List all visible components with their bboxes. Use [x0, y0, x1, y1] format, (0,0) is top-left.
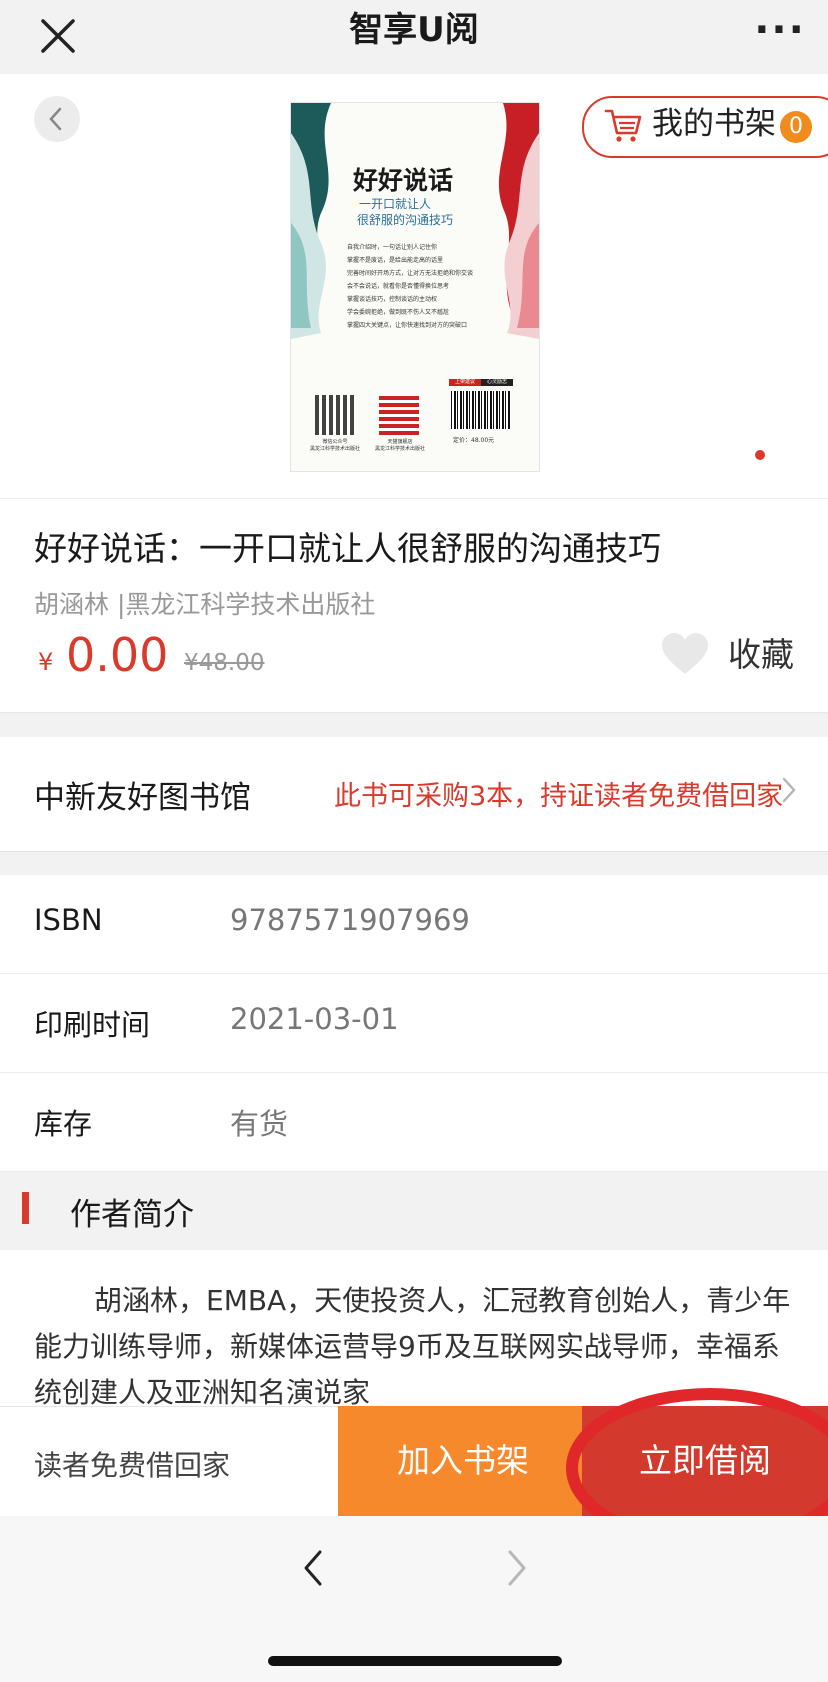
- detail-row-stock: 库存 有货: [0, 1073, 828, 1172]
- heart-icon: [662, 633, 708, 674]
- chevron-left-icon: [49, 107, 62, 131]
- book-cover-image[interactable]: 好好说话 一开口就让人 很舒服的沟通技巧 自我介绍时，一句话让别人记住你 掌握不…: [290, 102, 540, 472]
- shopping-cart-icon: [604, 109, 642, 142]
- more-options-icon[interactable]: ···: [748, 10, 812, 60]
- qr-caption-2: 天猫旗舰店 黑龙江科学技术出版社: [374, 439, 425, 452]
- cover-bullet: 掌握四大关键点，让你快速找到对方的突破口: [347, 322, 468, 329]
- library-name: 中新友好图书馆: [34, 780, 251, 816]
- detail-value: 9787571907969: [230, 903, 470, 937]
- section-gap: [0, 712, 828, 738]
- current-price: 0.00: [66, 628, 169, 682]
- cover-bullets: 自我介绍时，一句话让别人记住你 掌握不是废话，是给出能走高的话里 完善时间好开场…: [347, 241, 497, 332]
- page-title: 智享U阅: [349, 10, 479, 50]
- detail-value: 有货: [230, 1107, 289, 1141]
- back-button[interactable]: [34, 96, 80, 142]
- detail-row-isbn: ISBN 9787571907969: [0, 875, 828, 974]
- cover-title: 好好说话: [353, 166, 454, 195]
- detail-label: 印刷时间: [34, 1008, 151, 1042]
- cover-bullet: 掌握不是废话，是给出能走高的话里: [347, 257, 444, 264]
- price-currency: ¥: [38, 648, 54, 676]
- book-title: 好好说话：一开口就让人很舒服的沟通技巧: [34, 529, 661, 568]
- cover-subtitle-2: 很舒服的沟通技巧: [357, 213, 454, 227]
- cover-price-label: 定价：48.00元: [453, 437, 495, 444]
- library-availability-note: 此书可采购3本，持证读者免费借回家: [334, 781, 784, 812]
- author-publisher: 胡涵林 |黑龙江科学技术出版社: [34, 590, 376, 619]
- author-section-title: 作者简介: [70, 1197, 194, 1233]
- barcode-icon: [451, 391, 511, 429]
- cover-subtitle-1: 一开口就让人: [359, 197, 432, 211]
- detail-row-print-date: 印刷时间 2021-03-01: [0, 974, 828, 1073]
- cover-bullet: 学会委婉拒绝，做到既不伤人又不尴尬: [347, 309, 450, 316]
- detail-value: 2021-03-01: [230, 1002, 399, 1036]
- reader-borrow-note: 读者免费借回家: [34, 1449, 231, 1482]
- detail-label: ISBN: [34, 903, 103, 937]
- section-gap: [0, 851, 828, 877]
- cover-bullet: 完善时间好开场方式，让对方无法拒绝和你交谈: [347, 270, 474, 277]
- add-to-shelf-button[interactable]: 加入书架: [338, 1406, 588, 1516]
- carousel-indicator-dot: [755, 450, 765, 460]
- cover-bullet: 自我介绍时，一句话让别人记住你: [347, 244, 438, 251]
- qr-caption-1: 微信公众号 黑龙江科学技术出版社: [309, 439, 360, 452]
- category-tag: 心灵励志: [481, 379, 513, 386]
- bookshelf-count-badge: 0: [780, 111, 812, 143]
- qr-code-icon: [315, 395, 355, 435]
- cover-bullet: 会不会说话，就看你是否懂得换位思考: [347, 283, 450, 290]
- browser-forward-icon[interactable]: [502, 1546, 532, 1590]
- shelf-tag: 上架建议: [449, 379, 481, 386]
- browser-back-icon[interactable]: [298, 1546, 328, 1590]
- chevron-right-icon: [780, 774, 798, 806]
- close-icon[interactable]: [30, 8, 86, 64]
- section-accent-bar: [22, 1192, 29, 1224]
- favorite-label[interactable]: 收藏: [728, 628, 794, 676]
- original-price: ¥48.00: [184, 650, 265, 676]
- qr-code-icon: [379, 395, 419, 435]
- cover-bullet: 掌握谈话技巧，控制谈话的主动权: [347, 296, 438, 303]
- detail-label: 库存: [34, 1107, 93, 1141]
- divider: [0, 498, 828, 499]
- home-indicator[interactable]: [268, 1656, 562, 1666]
- bookshelf-label: 我的书架: [652, 106, 776, 142]
